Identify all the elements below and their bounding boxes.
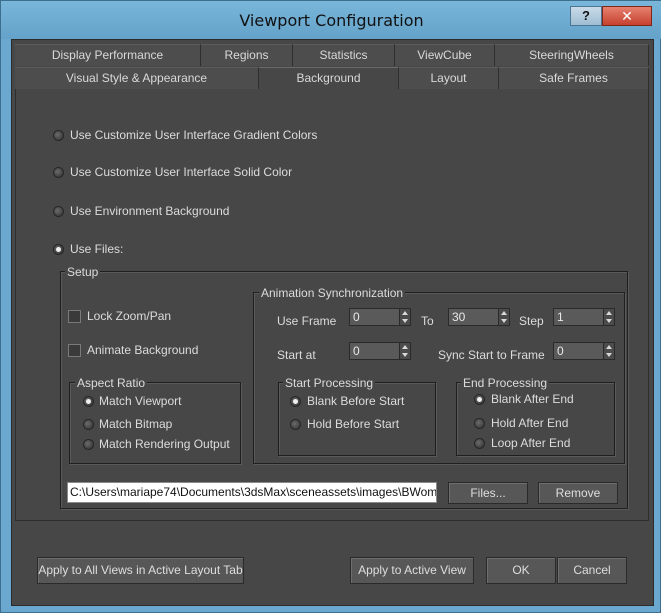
match-viewport-label: Match Viewport [99,394,182,408]
tab-regions[interactable]: Regions [201,44,293,66]
sync-start-label: Sync Start to Frame [438,348,545,362]
blank-before-start-label: Blank Before Start [307,394,405,408]
use-frame-value[interactable]: 0 [353,310,360,324]
match-rendering-output-radio[interactable] [83,439,94,450]
gradient-colors-label: Use Customize User Interface Gradient Co… [70,128,318,142]
tab-visual-style-appearance[interactable]: Visual Style & Appearance [15,67,259,89]
to-label: To [421,314,434,328]
gradient-colors-radio[interactable] [53,130,64,141]
step-label: Step [519,314,544,328]
start-at-spinner[interactable]: 0 [349,342,411,360]
apply-to-active-view-button[interactable]: Apply to Active View [350,557,474,584]
tab-background[interactable]: Background [259,67,399,90]
match-bitmap-radio[interactable] [83,419,94,430]
close-button[interactable]: ✕ [602,6,652,26]
solid-color-label: Use Customize User Interface Solid Color [70,165,293,179]
hold-before-start-label: Hold Before Start [307,417,400,431]
to-spin-arrows-icon[interactable] [498,309,509,325]
help-button[interactable]: ? [570,6,602,26]
loop-after-end-label: Loop After End [491,436,571,450]
tab-steeringwheels[interactable]: SteeringWheels [495,44,649,66]
use-files-radio[interactable] [53,244,64,255]
animate-background-checkbox[interactable] [68,344,81,357]
solid-color-radio[interactable] [53,167,64,178]
end-processing-title: End Processing [461,376,550,390]
animation-sync-title: Animation Synchronization [259,286,406,300]
lock-zoom-pan-label: Lock Zoom/Pan [87,309,172,323]
hold-before-start-radio[interactable] [290,419,301,430]
environment-background-radio[interactable] [53,206,64,217]
dialog-title: Viewport Configuration [239,11,424,30]
hold-after-end-label: Hold After End [491,416,569,430]
step-spinner[interactable]: 1 [553,308,615,326]
file-path-field[interactable]: C:\Users\mariape74\Documents\3dsMax\scen… [67,482,437,503]
start-at-value[interactable]: 0 [353,344,360,358]
tab-viewcube[interactable]: ViewCube [395,44,495,66]
tab-statistics[interactable]: Statistics [293,44,395,66]
ok-button[interactable]: OK [486,557,556,584]
lock-zoom-pan-checkbox[interactable] [68,310,81,323]
cancel-button[interactable]: Cancel [557,557,627,584]
files-button[interactable]: Files... [448,482,528,504]
blank-before-start-radio[interactable] [290,396,301,407]
to-value[interactable]: 30 [452,310,465,324]
animate-background-label: Animate Background [87,343,199,357]
match-bitmap-label: Match Bitmap [99,417,173,431]
hold-after-end-radio[interactable] [474,418,485,429]
tab-display-performance[interactable]: Display Performance [15,44,201,66]
step-spin-arrows-icon[interactable] [603,309,614,325]
step-value[interactable]: 1 [557,310,564,324]
blank-after-end-radio[interactable] [474,394,485,405]
tab-layout[interactable]: Layout [399,67,499,89]
loop-after-end-radio[interactable] [474,438,485,449]
viewport-configuration-dialog: Viewport Configuration ? ✕ Display Perfo… [0,0,661,613]
remove-button[interactable]: Remove [538,482,618,504]
to-spinner[interactable]: 30 [448,308,510,326]
environment-background-label: Use Environment Background [70,204,230,218]
start-at-spin-arrows-icon[interactable] [399,343,410,359]
match-rendering-output-label: Match Rendering Output [99,437,230,451]
tab-safe-frames[interactable]: Safe Frames [499,67,649,89]
aspect-ratio-title: Aspect Ratio [75,376,148,390]
apply-to-all-views-button[interactable]: Apply to All Views in Active Layout Tab [37,557,244,584]
sync-start-spinner[interactable]: 0 [553,342,615,360]
start-at-label: Start at [277,348,316,362]
use-files-label: Use Files: [70,242,124,256]
use-frame-label: Use Frame [277,314,337,328]
match-viewport-radio[interactable] [83,396,94,407]
setup-group-title: Setup [65,265,101,279]
sync-start-spin-arrows-icon[interactable] [603,343,614,359]
sync-start-value[interactable]: 0 [557,344,564,358]
use-frame-spin-arrows-icon[interactable] [399,309,410,325]
use-frame-spinner[interactable]: 0 [349,308,411,326]
blank-after-end-label: Blank After End [491,392,574,406]
start-processing-title: Start Processing [283,376,376,390]
